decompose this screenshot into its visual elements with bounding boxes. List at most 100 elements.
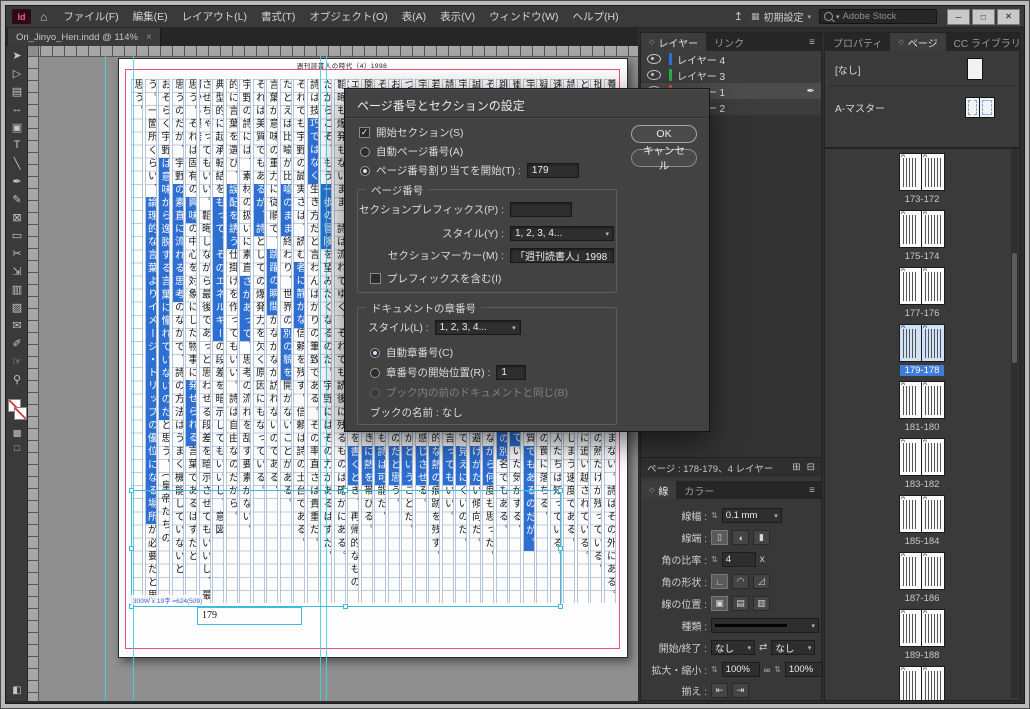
- spread-entry[interactable]: AA 175-174: [825, 210, 1019, 266]
- page-thumbnail[interactable]: A: [922, 210, 945, 248]
- link-icon[interactable]: ∞: [764, 665, 770, 675]
- spread-entry[interactable]: AA 179-178: [825, 324, 1019, 380]
- master-none-thumbnail[interactable]: [967, 58, 983, 80]
- spread-label[interactable]: 173-172: [825, 194, 1019, 205]
- vertical-ruler[interactable]: [28, 56, 39, 701]
- tab-stroke[interactable]: ◇ 線: [641, 481, 676, 499]
- page-thumbnail[interactable]: A: [922, 495, 945, 533]
- stepper-icon[interactable]: ⇅: [711, 511, 718, 520]
- page-thumbnail[interactable]: A: [922, 324, 945, 362]
- workspace-switcher[interactable]: ▦ 初期設定 ▾: [751, 9, 811, 24]
- apply-color-icon[interactable]: ▩: [13, 428, 22, 439]
- minimize-button[interactable]: ─: [947, 9, 970, 25]
- master-none-label[interactable]: [なし]: [825, 62, 967, 77]
- miter-join-button[interactable]: ∟: [711, 574, 728, 589]
- tab-layers[interactable]: ◇ レイヤー: [641, 33, 706, 51]
- spread-entry[interactable]: AA189-188: [825, 609, 1019, 665]
- horizontal-ruler[interactable]: [28, 46, 638, 57]
- menu-item[interactable]: 編集(E): [126, 9, 175, 24]
- page-thumbnail[interactable]: A: [899, 267, 922, 305]
- guide[interactable]: [105, 56, 106, 701]
- spread-label[interactable]: 175-174: [825, 251, 1019, 262]
- projecting-cap-button[interactable]: ▮: [753, 530, 770, 545]
- apply-none-icon[interactable]: □: [14, 443, 19, 453]
- page-thumbnail[interactable]: A: [899, 666, 922, 700]
- same-as-previous-radio[interactable]: [370, 388, 380, 398]
- delete-layer-icon[interactable]: ⊟: [807, 462, 815, 473]
- miter-limit-input[interactable]: 4: [722, 552, 756, 567]
- menu-item[interactable]: 表示(V): [433, 9, 482, 24]
- hand-tool[interactable]: ☞: [6, 352, 28, 370]
- auto-chapter-radio[interactable]: [370, 348, 380, 358]
- stroke-weight-input[interactable]: 0.1 mm ▾: [722, 508, 782, 523]
- page-thumbnail[interactable]: A: [899, 210, 922, 248]
- maximize-button[interactable]: □: [972, 9, 995, 25]
- frame-handle[interactable]: [558, 488, 563, 493]
- spread-entry[interactable]: AA181-180: [825, 381, 1019, 437]
- note-tool[interactable]: ✉: [6, 316, 28, 334]
- spread-label[interactable]: 187-186: [825, 593, 1019, 604]
- end-arrowhead-dropdown[interactable]: なし ▾: [771, 640, 815, 655]
- zoom-tool[interactable]: ⚲: [6, 370, 28, 388]
- section-prefix-input[interactable]: [510, 202, 572, 217]
- document-tab[interactable]: Ori_Jinyo_Hen.indd @ 114% ×: [8, 28, 161, 46]
- stepper-icon[interactable]: ⇅: [711, 665, 718, 674]
- align-end-button[interactable]: ⇥: [732, 683, 749, 698]
- page-number-frame[interactable]: 179: [197, 607, 302, 625]
- frame-handle[interactable]: [343, 488, 348, 493]
- spread-entry[interactable]: AA187-186: [825, 552, 1019, 608]
- stroke-align-center-button[interactable]: ▣: [711, 596, 728, 611]
- tab-links[interactable]: リンク: [706, 33, 752, 51]
- butt-cap-button[interactable]: ▯: [711, 530, 728, 545]
- content-collector-tool[interactable]: ▣: [6, 118, 28, 136]
- frame-handle[interactable]: [558, 604, 563, 609]
- share-icon[interactable]: ↥: [734, 10, 743, 23]
- master-a-label[interactable]: A-マスター: [825, 100, 965, 115]
- scissors-tool[interactable]: ✂: [6, 244, 28, 262]
- spread-entry[interactable]: AA 177-176: [825, 267, 1019, 323]
- page-thumbnail[interactable]: A: [899, 609, 922, 647]
- rectangle-frame-tool[interactable]: ⊠: [6, 208, 28, 226]
- ok-button[interactable]: OK: [631, 125, 697, 143]
- spread-entry[interactable]: AA185-184: [825, 495, 1019, 551]
- frame-handle[interactable]: [129, 488, 134, 493]
- close-icon[interactable]: ×: [146, 32, 152, 43]
- scrollbar-thumb[interactable]: [1012, 253, 1017, 363]
- stroke-align-inside-button[interactable]: ▤: [732, 596, 749, 611]
- page-thumbnail[interactable]: A: [922, 438, 945, 476]
- panel-menu-icon[interactable]: ≡: [803, 33, 821, 51]
- spread-label[interactable]: 177-176: [825, 308, 1019, 319]
- rectangle-tool[interactable]: ▭: [6, 226, 28, 244]
- spread-entry[interactable]: AA183-182: [825, 438, 1019, 494]
- direct-selection-tool[interactable]: ▷: [6, 64, 28, 82]
- page-thumbnail[interactable]: A: [899, 324, 922, 362]
- tab-properties[interactable]: プロパティ: [825, 33, 890, 51]
- search-input[interactable]: ▾ Adobe Stock: [819, 9, 937, 24]
- page-thumbnail[interactable]: A: [899, 153, 922, 191]
- page-thumbnail[interactable]: A: [922, 267, 945, 305]
- frame-handle[interactable]: [129, 546, 134, 551]
- screen-mode-button[interactable]: ◧: [6, 685, 28, 696]
- round-join-button[interactable]: ◠: [732, 574, 749, 589]
- chapter-style-dropdown[interactable]: 1, 2, 3, 4... ▾: [435, 320, 521, 335]
- gradient-tool[interactable]: ▥: [6, 280, 28, 298]
- spread-entry[interactable]: AA 173-172: [825, 153, 1019, 209]
- visibility-eye-icon[interactable]: [647, 70, 661, 80]
- page-thumbnail[interactable]: A: [899, 438, 922, 476]
- round-cap-button[interactable]: ◖: [732, 530, 749, 545]
- menu-item[interactable]: ファイル(F): [56, 9, 125, 24]
- type-tool[interactable]: T: [6, 136, 28, 154]
- page-thumbnail[interactable]: A: [922, 552, 945, 590]
- frame-handle[interactable]: [558, 546, 563, 551]
- fill-swatch[interactable]: [14, 407, 27, 420]
- spread-label[interactable]: 179-178: [825, 365, 1019, 376]
- chapter-start-radio[interactable]: [370, 368, 380, 378]
- page-thumbnail[interactable]: A: [922, 381, 945, 419]
- spread-label[interactable]: 185-184: [825, 536, 1019, 547]
- stepper-icon[interactable]: ⇅: [711, 555, 718, 564]
- start-arrowhead-dropdown[interactable]: なし ▾: [711, 640, 755, 655]
- page-thumbnail[interactable]: A: [922, 153, 945, 191]
- stroke-align-outside-button[interactable]: ▥: [753, 596, 770, 611]
- free-transform-tool[interactable]: ⇲: [6, 262, 28, 280]
- eyedropper-tool[interactable]: ✐: [6, 334, 28, 352]
